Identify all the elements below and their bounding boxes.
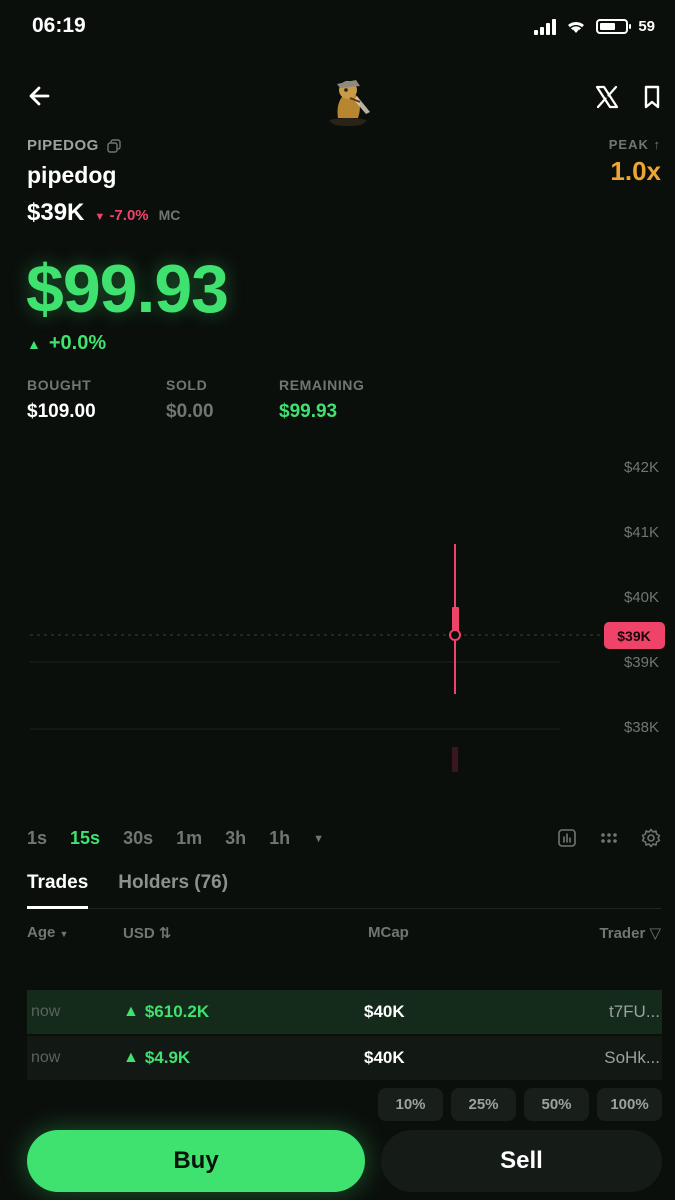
peak-label: PEAK ↑	[608, 137, 661, 152]
filter-icon: ▽	[649, 925, 661, 942]
timeframe-15s[interactable]: 15s	[70, 828, 100, 849]
indicators-icon[interactable]	[599, 831, 619, 845]
y-tick-label: $40K	[624, 589, 659, 606]
signal-icon	[534, 18, 557, 35]
wifi-icon	[568, 21, 585, 33]
trade-trader[interactable]: SoHk...	[564, 1048, 662, 1068]
x-logo-icon[interactable]	[594, 84, 620, 110]
market-cap-row: $39K ▼ -7.0% MC	[27, 199, 180, 227]
peak-value: 1.0x	[610, 156, 661, 186]
amount-50-button[interactable]: 50%	[524, 1088, 589, 1121]
buy-triangle-icon: ▲	[123, 1049, 139, 1066]
market-cap-change: ▼ -7.0%	[94, 207, 149, 224]
tabs: Trades Holders (76)	[27, 872, 228, 909]
chart-tools	[557, 828, 661, 848]
column-header-usd[interactable]: USD ⇅	[123, 924, 171, 942]
buy-button[interactable]: Buy	[27, 1130, 365, 1192]
trade-mcap: $40K	[364, 1002, 405, 1021]
timeframe-selector: 1s 15s 30s 1m 3h 1h ▼	[27, 828, 324, 849]
volume-bar	[452, 747, 458, 772]
trade-usd: ▲ $610.2K	[123, 1002, 210, 1021]
column-header-mcap[interactable]: MCap	[368, 924, 409, 941]
column-header-trader[interactable]: Trader ▽	[599, 924, 661, 942]
bought-value: $109.00	[27, 401, 96, 422]
status-indicators: 59	[534, 18, 655, 35]
market-cap-value: $39K	[27, 199, 85, 226]
stat-remaining: REMAINING $99.93	[279, 377, 365, 423]
column-header-age[interactable]: Age ▼	[27, 924, 68, 941]
y-tick-label: $42K	[624, 459, 659, 476]
tab-holders[interactable]: Holders (76)	[118, 872, 228, 909]
price-chart[interactable]: $42K $41K $40K $39K $38K $39K	[0, 440, 675, 800]
current-price-label: $39K	[617, 628, 650, 644]
trade-trader[interactable]: t7FU...	[564, 1002, 662, 1022]
chart-type-icon[interactable]	[557, 828, 577, 848]
timeframe-1s[interactable]: 1s	[27, 828, 47, 849]
buy-triangle-icon: ▲	[123, 1003, 139, 1020]
amount-100-button[interactable]: 100%	[597, 1088, 662, 1121]
sort-down-icon: ▼	[59, 929, 69, 939]
status-time: 06:19	[32, 14, 86, 37]
up-triangle-icon: ▲	[27, 335, 41, 352]
trade-age: now	[31, 1049, 61, 1066]
market-cap-label: MC	[158, 207, 181, 223]
bought-label: BOUGHT	[27, 377, 92, 393]
table-row[interactable]: now ▲ $4.9K $40K SoHk...	[27, 1036, 662, 1080]
y-tick-label: $39K	[624, 654, 659, 671]
sell-button[interactable]: Sell	[381, 1130, 662, 1192]
timeframe-1m[interactable]: 1m	[176, 828, 202, 849]
remaining-value: $99.93	[279, 401, 338, 422]
token-avatar	[328, 80, 370, 126]
battery-level: 59	[638, 18, 655, 35]
quick-amount-row: 10% 25% 50% 100%	[378, 1088, 662, 1121]
current-price-marker	[449, 629, 461, 641]
timeframe-30s[interactable]: 30s	[123, 828, 153, 849]
sold-value: $0.00	[166, 401, 214, 422]
battery-icon	[596, 19, 632, 34]
trade-usd: ▲ $4.9K	[123, 1048, 191, 1067]
stat-sold: SOLD $0.00	[166, 377, 214, 423]
amount-10-button[interactable]: 10%	[378, 1088, 443, 1121]
token-ticker: PIPEDOG	[27, 137, 99, 154]
tab-trades[interactable]: Trades	[27, 872, 89, 909]
token-ticker-row: PIPEDOG	[27, 137, 121, 154]
sold-label: SOLD	[166, 377, 208, 393]
timeframe-3h[interactable]: 3h	[225, 828, 246, 849]
token-name: pipedog	[27, 162, 117, 188]
trade-mcap: $40K	[364, 1048, 405, 1067]
remaining-label: REMAINING	[279, 377, 365, 393]
position-change: ▲ +0.0%	[27, 332, 107, 354]
stat-bought: BOUGHT $109.00	[27, 377, 96, 423]
timeframe-1h[interactable]: 1h	[269, 828, 290, 849]
position-value: $99.93	[26, 251, 229, 327]
amount-25-button[interactable]: 25%	[451, 1088, 516, 1121]
y-tick-label: $41K	[624, 524, 659, 541]
down-triangle-icon: ▼	[94, 211, 106, 223]
table-row[interactable]: now ▲ $610.2K $40K t7FU...	[27, 990, 662, 1034]
settings-icon[interactable]	[641, 828, 661, 848]
sort-icon: ⇅	[158, 925, 172, 942]
trade-age: now	[31, 1003, 61, 1020]
bookmark-icon[interactable]	[640, 84, 664, 110]
back-arrow-icon[interactable]	[26, 82, 54, 110]
timeframe-dropdown-icon[interactable]: ▼	[313, 833, 324, 845]
y-tick-label: $38K	[624, 719, 659, 736]
arrow-up-icon: ↑	[653, 137, 661, 152]
copy-icon[interactable]	[107, 138, 121, 153]
